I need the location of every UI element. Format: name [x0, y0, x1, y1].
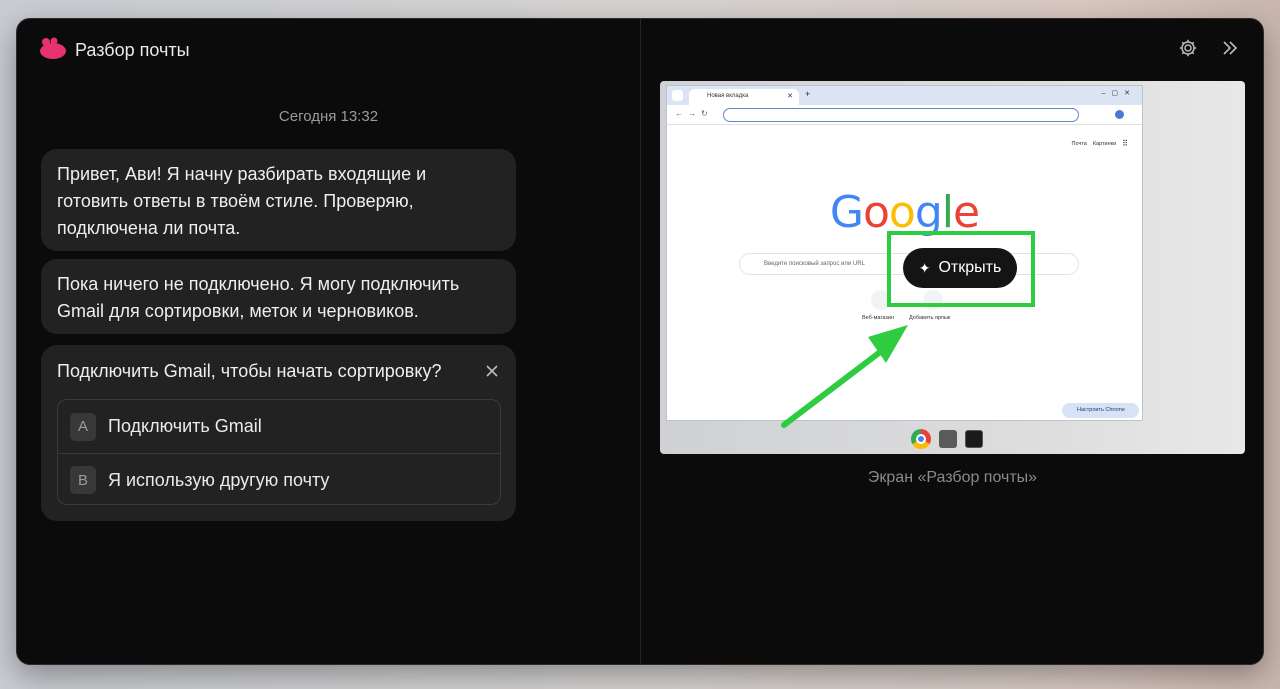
chrome-icon	[911, 429, 931, 449]
option-key: B	[70, 466, 96, 494]
app-window: Разбор почты Сегодня 13:32 Привет, Ави! …	[16, 18, 1264, 665]
app-logo-icon	[39, 37, 67, 64]
app-title: Разбор почты	[75, 40, 190, 60]
answer-options: A Подключить Gmail B Я использую другую …	[57, 399, 501, 505]
close-icon[interactable]	[484, 363, 500, 379]
question-text: Подключить Gmail, чтобы начать сортировк…	[57, 361, 442, 381]
arrow-icon	[781, 325, 908, 428]
option-label: Я использую другую почту	[108, 469, 330, 490]
preview-caption: Экран «Разбор почты»	[867, 469, 1038, 486]
chat-timestamp: Сегодня 13:32	[278, 108, 379, 125]
header-actions	[1177, 37, 1241, 59]
gear-icon[interactable]	[1177, 37, 1199, 59]
assistant-message: Пока ничего не подключено. Я могу подклю…	[41, 259, 516, 334]
app-icon	[939, 430, 957, 448]
option-connect-gmail[interactable]: A Подключить Gmail	[58, 400, 500, 453]
option-label: Подключить Gmail	[108, 416, 262, 436]
collapse-panel-icon[interactable]	[1219, 37, 1241, 59]
panel-divider	[640, 19, 641, 664]
question-card: Подключить Gmail, чтобы начать сортировк…	[41, 345, 516, 521]
taskbar	[911, 429, 983, 449]
terminal-icon	[965, 430, 983, 448]
app-header: Разбор почты	[39, 37, 190, 64]
screen-preview: Новая вкладка ✕ + –▢✕ ←→↻ Почта Картинки…	[660, 81, 1245, 454]
option-key: A	[70, 412, 96, 441]
option-other-mail[interactable]: B Я использую другую почту	[58, 453, 500, 504]
assistant-message: Привет, Ави! Я начну разбирать входящие …	[41, 149, 516, 251]
